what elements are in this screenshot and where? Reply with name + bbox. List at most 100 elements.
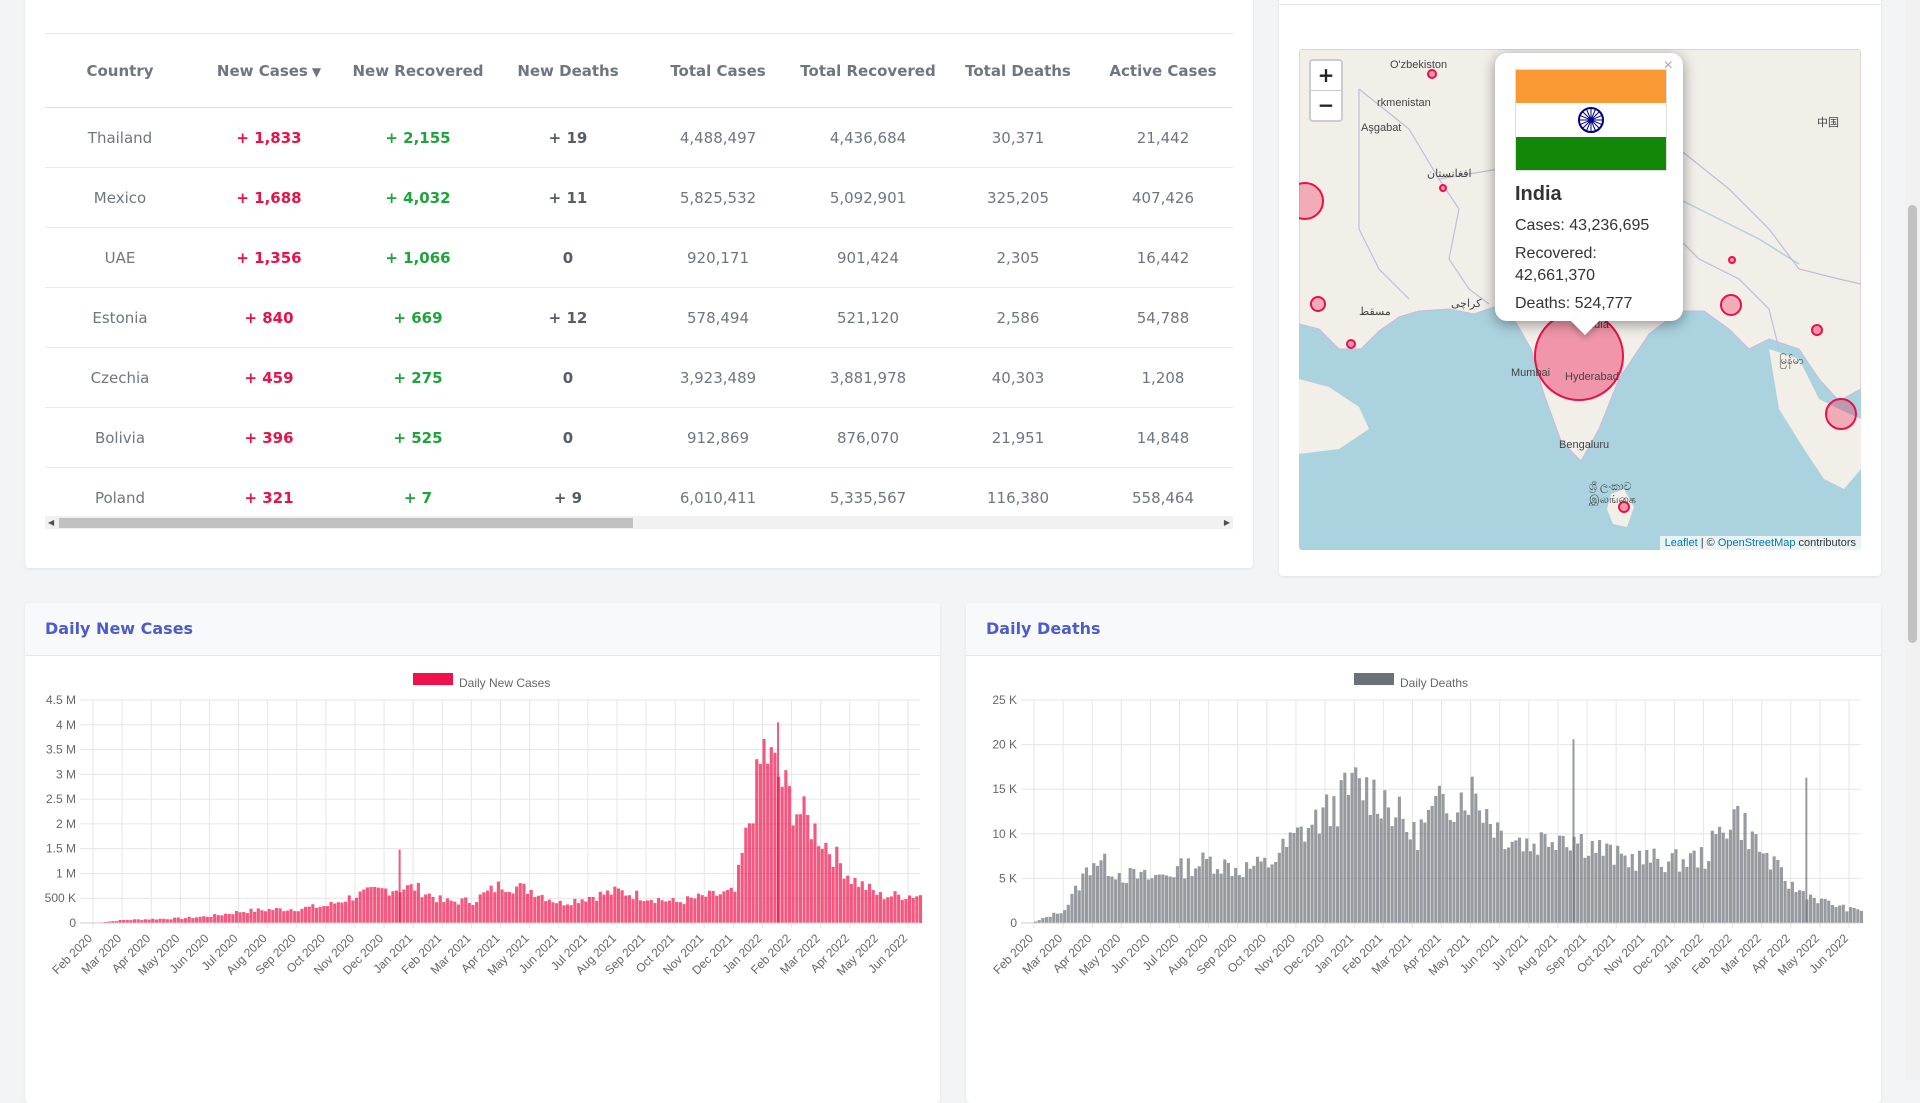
bar	[839, 863, 842, 923]
table-row[interactable]: Czechia + 459 + 275 0 3,923,489 3,881,97…	[45, 348, 1233, 408]
bar	[1059, 913, 1062, 923]
bar	[613, 887, 616, 923]
scroll-left-icon[interactable]: ◀	[48, 516, 54, 529]
bar	[766, 764, 769, 923]
bar	[199, 917, 202, 923]
popup-cases: Cases: 43,236,695	[1515, 215, 1649, 237]
bar	[1125, 883, 1128, 923]
bar	[1351, 773, 1354, 923]
bar	[890, 896, 893, 923]
bar	[606, 890, 609, 923]
country-cell: Czechia	[45, 348, 195, 408]
bar	[1158, 875, 1161, 923]
bar	[1412, 822, 1415, 923]
column-header-new-cases[interactable]: New Cases▼	[195, 34, 343, 108]
bar	[1551, 842, 1554, 923]
column-header-new-deaths[interactable]: New Deaths	[493, 34, 643, 108]
world-map[interactable]: O'zbekiston rkmenistan Aşgabat افغانستان…	[1299, 49, 1861, 550]
bar	[744, 828, 747, 923]
bar	[1336, 826, 1339, 923]
bar	[1347, 795, 1350, 923]
column-header-total-deaths[interactable]: Total Deaths	[943, 34, 1093, 108]
scrollbar-thumb[interactable]	[1908, 205, 1917, 643]
bar	[1613, 865, 1616, 923]
column-header-total-cases[interactable]: Total Cases	[643, 34, 793, 108]
page-vertical-scrollbar[interactable]	[1905, 0, 1920, 1080]
bar	[788, 786, 791, 923]
bar	[741, 853, 744, 923]
bar	[1467, 815, 1470, 923]
y-tick-label: 0	[1010, 916, 1017, 930]
bar	[184, 918, 187, 923]
bar	[337, 902, 340, 923]
bar	[253, 912, 256, 923]
bar	[704, 897, 707, 923]
bar	[1773, 856, 1776, 923]
bar	[1627, 867, 1630, 923]
zoom-in-button[interactable]: +	[1311, 61, 1341, 91]
bar	[344, 902, 347, 923]
column-header-total-recovered[interactable]: Total Recovered	[793, 34, 943, 108]
total-cases-cell: 578,494	[643, 288, 793, 348]
bar	[588, 897, 591, 923]
bar	[1798, 890, 1801, 923]
bar	[1485, 809, 1488, 923]
bar	[1358, 778, 1361, 923]
bar	[1423, 823, 1426, 923]
y-tick-label: 25 K	[992, 693, 1017, 707]
bar	[1736, 806, 1739, 923]
bar	[719, 894, 722, 923]
bar	[1693, 851, 1696, 923]
column-header-country[interactable]: Country	[45, 34, 195, 108]
table-row[interactable]: Bolivia + 396 + 525 0 912,869 876,070 21…	[45, 408, 1233, 468]
map-marker	[1428, 70, 1436, 78]
bar	[1329, 826, 1332, 923]
bar	[1260, 861, 1263, 923]
bar	[1431, 806, 1434, 923]
bar	[1380, 818, 1383, 923]
bar	[908, 895, 911, 923]
bar	[661, 900, 664, 923]
bar	[893, 891, 896, 923]
scroll-right-icon[interactable]: ▶	[1224, 516, 1230, 529]
bar	[701, 895, 704, 923]
bar	[1263, 858, 1266, 923]
bar	[137, 919, 140, 923]
bar	[435, 902, 438, 923]
osm-link[interactable]: OpenStreetMap	[1718, 537, 1796, 549]
column-header-active-cases[interactable]: Active Cases	[1093, 34, 1233, 108]
leaflet-link[interactable]: Leaflet	[1665, 537, 1698, 549]
bar	[1420, 819, 1423, 923]
bar	[864, 890, 867, 923]
bar	[1245, 862, 1248, 923]
table-horizontal-scrollbar[interactable]: ◀ ▶	[45, 516, 1233, 529]
bar	[1805, 778, 1807, 923]
bar	[1154, 875, 1157, 923]
legend-swatch	[413, 673, 453, 685]
bar	[424, 894, 427, 923]
table-row[interactable]: Estonia + 840 + 669 + 12 578,494 521,120…	[45, 288, 1233, 348]
bar	[850, 884, 853, 923]
table-row[interactable]: Mexico + 1,688 + 4,032 + 11 5,825,532 5,…	[45, 168, 1233, 228]
scrollbar-thumb[interactable]	[59, 518, 633, 528]
bar	[1856, 909, 1859, 923]
table-row[interactable]: UAE + 1,356 + 1,066 0 920,171 901,424 2,…	[45, 228, 1233, 288]
bar	[1252, 866, 1255, 923]
bar	[832, 867, 835, 923]
bar	[1372, 780, 1375, 923]
bar	[1569, 850, 1572, 923]
y-tick-label: 2.5 M	[46, 792, 76, 806]
bar	[1292, 833, 1295, 923]
bar	[1678, 872, 1681, 923]
map-label-uzbekistan: O'zbekiston	[1390, 59, 1447, 71]
bar	[1343, 773, 1346, 923]
zoom-out-button[interactable]: −	[1311, 91, 1341, 120]
bar	[621, 890, 624, 923]
country-stats-table: Country New Cases▼ New Recovered New Dea…	[45, 34, 1233, 528]
table-row[interactable]: Thailand + 1,833 + 2,155 + 19 4,488,497 …	[45, 108, 1233, 168]
active-cases-cell: 407,426	[1093, 168, 1233, 228]
bar	[1103, 854, 1106, 923]
column-header-new-recovered[interactable]: New Recovered	[343, 34, 493, 108]
bar	[468, 903, 471, 923]
bar	[490, 886, 493, 923]
